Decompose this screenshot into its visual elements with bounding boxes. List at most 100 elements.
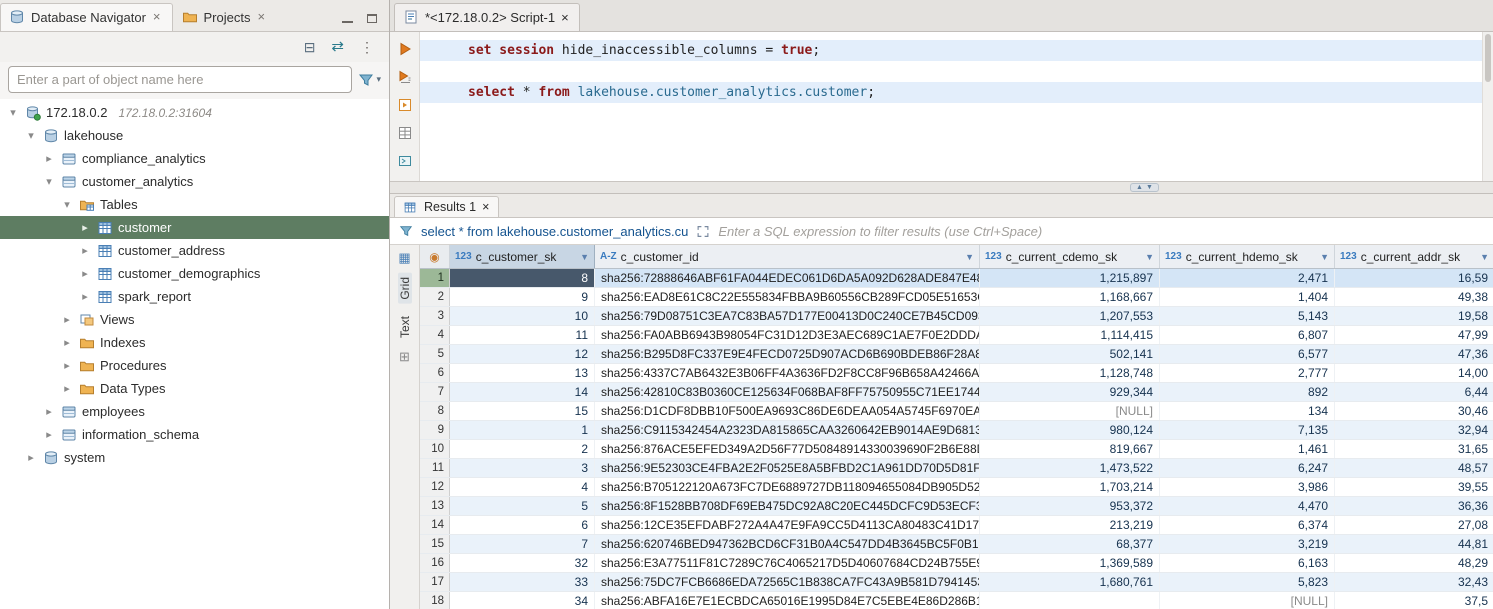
cell-c_customer_sk[interactable]: 4 xyxy=(450,478,595,496)
show-output-button[interactable] xyxy=(396,152,414,170)
cell-c_current_addr_sk[interactable]: 32,43 xyxy=(1335,573,1493,591)
cell-c_customer_id[interactable]: sha256:9E52303CE4FBA2E2F0525E8A5BFBD2C1A… xyxy=(595,459,980,477)
cell-c_customer_sk[interactable]: 3 xyxy=(450,459,595,477)
cell-c_current_hdemo_sk[interactable]: 5,143 xyxy=(1160,307,1335,325)
panel-switch-grid[interactable]: Grid xyxy=(398,273,412,304)
cell-c_customer_id[interactable]: sha256:B295D8FC337E9E4FECD0725D907ACD6B6… xyxy=(595,345,980,363)
cell-c_customer_id[interactable]: sha256:79D08751C3EA7C83BA57D177E00413D0C… xyxy=(595,307,980,325)
cell-c_current_addr_sk[interactable]: 14,00 xyxy=(1335,364,1493,382)
collapse-icon[interactable]: ▾ xyxy=(42,175,56,188)
tree-item-compliance-analytics[interactable]: ▸compliance_analytics xyxy=(0,147,389,170)
cell-c_current_addr_sk[interactable]: 49,38 xyxy=(1335,288,1493,306)
code-line[interactable]: select * from lakehouse.customer_analyti… xyxy=(420,82,1493,103)
expand-icon[interactable]: ▸ xyxy=(78,290,92,303)
cell-c_current_cdemo_sk[interactable]: 1,215,897 xyxy=(980,269,1160,287)
tree-item-procedures[interactable]: ▸Procedures xyxy=(0,354,389,377)
value-panel-icon[interactable]: ⊞ xyxy=(399,350,410,364)
cell-c_customer_id[interactable]: sha256:72888646ABF61FA044EDEC061D6DA5A09… xyxy=(595,269,980,287)
table-row[interactable]: 411sha256:FA0ABB6943B98054FC31D12D3E3AEC… xyxy=(420,326,1493,345)
cell-c_current_cdemo_sk[interactable]: 68,377 xyxy=(980,535,1160,553)
results-filter-bar[interactable]: select * from lakehouse.customer_analyti… xyxy=(390,218,1493,245)
code-line[interactable] xyxy=(420,61,1493,82)
cell-c_current_cdemo_sk[interactable]: 1,369,589 xyxy=(980,554,1160,572)
execute-script-button[interactable] xyxy=(396,68,414,86)
cell-c_current_addr_sk[interactable]: 32,94 xyxy=(1335,421,1493,439)
cell-c_current_addr_sk[interactable]: 6,44 xyxy=(1335,383,1493,401)
cell-c_customer_id[interactable]: sha256:876ACE5EFED349A2D56F77D5084891433… xyxy=(595,440,980,458)
sash-collapse-control[interactable]: ▲ ▼ xyxy=(1130,183,1159,192)
table-row[interactable]: 135sha256:8F1528BB708DF69EB475DC92A8C20E… xyxy=(420,497,1493,516)
cell-c_current_cdemo_sk[interactable]: 1,703,214 xyxy=(980,478,1160,496)
cell-c_customer_id[interactable]: sha256:42810C83B0360CE125634F068BAF8FF75… xyxy=(595,383,980,401)
select-all-icon[interactable]: ◉ xyxy=(429,250,439,264)
cell-c_current_addr_sk[interactable]: 44,81 xyxy=(1335,535,1493,553)
row-number[interactable]: 18 xyxy=(420,592,450,609)
cell-c_current_hdemo_sk[interactable]: 1,404 xyxy=(1160,288,1335,306)
cell-c_current_hdemo_sk[interactable]: 6,374 xyxy=(1160,516,1335,534)
cell-c_customer_id[interactable]: sha256:B705122120A673FC7DE6889727DB11809… xyxy=(595,478,980,496)
cell-c_customer_sk[interactable]: 13 xyxy=(450,364,595,382)
cell-c_current_addr_sk[interactable]: 31,65 xyxy=(1335,440,1493,458)
export-result-button[interactable] xyxy=(396,124,414,142)
row-number[interactable]: 17 xyxy=(420,573,450,591)
expand-icon[interactable]: ▸ xyxy=(60,313,74,326)
close-icon[interactable]: × xyxy=(482,200,489,214)
expand-icon[interactable]: ▸ xyxy=(42,152,56,165)
close-icon[interactable]: × xyxy=(152,12,162,22)
cell-c_current_addr_sk[interactable]: 37,5 xyxy=(1335,592,1493,609)
cell-c_customer_sk[interactable]: 10 xyxy=(450,307,595,325)
sash-up-icon[interactable]: ▲ xyxy=(1136,184,1143,191)
cell-c_current_hdemo_sk[interactable]: 3,219 xyxy=(1160,535,1335,553)
cell-c_customer_sk[interactable]: 14 xyxy=(450,383,595,401)
row-gutter-header[interactable]: ◉ xyxy=(420,245,450,268)
cell-c_current_cdemo_sk[interactable]: 1,114,415 xyxy=(980,326,1160,344)
cell-c_customer_id[interactable]: sha256:75DC7FCB6686EDA72565C1B838CA7FC43… xyxy=(595,573,980,591)
row-number[interactable]: 10 xyxy=(420,440,450,458)
cell-c_current_addr_sk[interactable]: 48,29 xyxy=(1335,554,1493,572)
tab-projects[interactable]: Projects × xyxy=(173,3,278,31)
execute-statement-button[interactable] xyxy=(396,40,414,58)
cell-c_customer_id[interactable]: sha256:12CE35EFDABF272A4A47E9FA9CC5D4113… xyxy=(595,516,980,534)
row-number[interactable]: 5 xyxy=(420,345,450,363)
row-number[interactable]: 11 xyxy=(420,459,450,477)
panel-switch-text[interactable]: Text xyxy=(398,312,412,342)
cell-c_customer_id[interactable]: sha256:4337C7AB6432E3B06FF4A3636FD2F8CC8… xyxy=(595,364,980,382)
cell-c_current_hdemo_sk[interactable]: 3,986 xyxy=(1160,478,1335,496)
tree-item-employees[interactable]: ▸employees xyxy=(0,400,389,423)
cell-c_customer_sk[interactable]: 33 xyxy=(450,573,595,591)
cell-c_customer_id[interactable]: sha256:D1CDF8DBB10F500EA9693C86DE6DEAA05… xyxy=(595,402,980,420)
cell-c_current_addr_sk[interactable]: 27,08 xyxy=(1335,516,1493,534)
table-row[interactable]: 102sha256:876ACE5EFED349A2D56F77D5084891… xyxy=(420,440,1493,459)
cell-c_current_cdemo_sk[interactable]: 819,667 xyxy=(980,440,1160,458)
cell-c_current_cdemo_sk[interactable]: [NULL] xyxy=(980,402,1160,420)
cell-c_current_addr_sk[interactable]: 36,36 xyxy=(1335,497,1493,515)
expand-icon[interactable]: ▸ xyxy=(42,405,56,418)
table-row[interactable]: 1632sha256:E3A77511F81C7289C76C4065217D5… xyxy=(420,554,1493,573)
row-number[interactable]: 15 xyxy=(420,535,450,553)
expand-icon[interactable]: ▸ xyxy=(78,244,92,257)
cell-c_current_hdemo_sk[interactable]: [NULL] xyxy=(1160,592,1335,609)
editor-scrollbar[interactable] xyxy=(1482,32,1493,181)
object-search-input[interactable] xyxy=(8,66,352,93)
table-row[interactable]: 157sha256:620746BED947362BCD6CF31B0A4C54… xyxy=(420,535,1493,554)
cell-c_customer_id[interactable]: sha256:ABFA16E7E1ECBDCA65016E1995D84E7C5… xyxy=(595,592,980,609)
cell-c_current_hdemo_sk[interactable]: 5,823 xyxy=(1160,573,1335,591)
expand-icon[interactable]: ▸ xyxy=(78,267,92,280)
cell-c_current_hdemo_sk[interactable]: 4,470 xyxy=(1160,497,1335,515)
column-header-c_current_cdemo_sk[interactable]: 123c_current_cdemo_sk▼ xyxy=(980,245,1160,268)
tree-item-customer[interactable]: ▸customer xyxy=(0,216,389,239)
cell-c_current_cdemo_sk[interactable]: 980,124 xyxy=(980,421,1160,439)
row-number[interactable]: 7 xyxy=(420,383,450,401)
table-row[interactable]: 310sha256:79D08751C3EA7C83BA57D177E00413… xyxy=(420,307,1493,326)
cell-c_current_addr_sk[interactable]: 47,99 xyxy=(1335,326,1493,344)
tree-item-172-18-0-2[interactable]: ▾172.18.0.2172.18.0.2:31604 xyxy=(0,101,389,124)
cell-c_current_cdemo_sk[interactable]: 213,219 xyxy=(980,516,1160,534)
cell-c_current_hdemo_sk[interactable]: 6,247 xyxy=(1160,459,1335,477)
tab-results-1[interactable]: Results 1 × xyxy=(394,196,499,217)
cell-c_current_hdemo_sk[interactable]: 6,577 xyxy=(1160,345,1335,363)
column-filter-icon[interactable]: ▼ xyxy=(1320,252,1329,262)
cell-c_customer_sk[interactable]: 2 xyxy=(450,440,595,458)
cell-c_current_cdemo_sk[interactable]: 1,473,522 xyxy=(980,459,1160,477)
sql-code-area[interactable]: set session hide_inaccessible_columns = … xyxy=(420,32,1493,181)
table-row[interactable]: 1834sha256:ABFA16E7E1ECBDCA65016E1995D84… xyxy=(420,592,1493,609)
